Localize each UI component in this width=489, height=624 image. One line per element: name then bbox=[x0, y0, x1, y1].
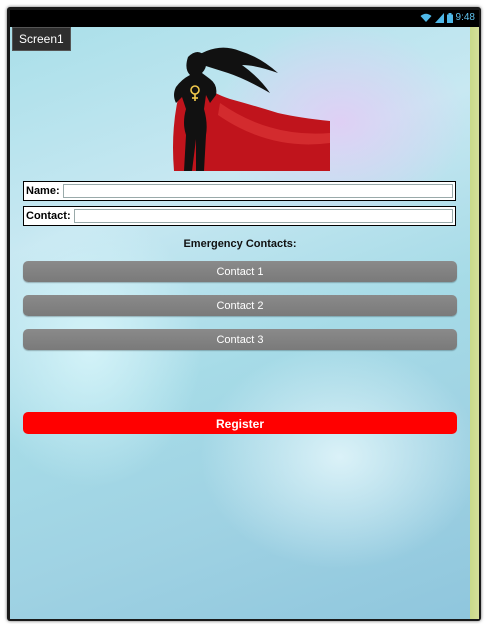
register-button[interactable]: Register bbox=[23, 412, 457, 434]
battery-icon bbox=[446, 12, 453, 23]
name-row: Name: bbox=[23, 181, 456, 201]
contact-label: Contact: bbox=[26, 210, 71, 222]
signal-icon bbox=[434, 12, 444, 23]
contact-input[interactable] bbox=[73, 209, 453, 223]
contact-3-button[interactable]: Contact 3 bbox=[23, 329, 457, 350]
contact-2-button[interactable]: Contact 2 bbox=[23, 295, 457, 316]
emergency-contacts-heading: Emergency Contacts: bbox=[183, 238, 297, 250]
screen-title: Screen1 bbox=[12, 27, 71, 51]
contact-1-button[interactable]: Contact 1 bbox=[23, 261, 457, 282]
name-input[interactable] bbox=[62, 184, 453, 198]
app-screen: Screen1 Name: Contact: Emergency Contact… bbox=[10, 27, 470, 619]
superhero-logo bbox=[173, 47, 330, 171]
contact-row: Contact: bbox=[23, 206, 456, 226]
status-icons: 9:48 bbox=[420, 12, 475, 23]
name-label: Name: bbox=[26, 185, 60, 197]
status-bar: 9:48 bbox=[10, 10, 479, 27]
side-strip bbox=[470, 27, 479, 619]
status-time: 9:48 bbox=[455, 12, 475, 23]
wifi-icon bbox=[420, 13, 432, 22]
